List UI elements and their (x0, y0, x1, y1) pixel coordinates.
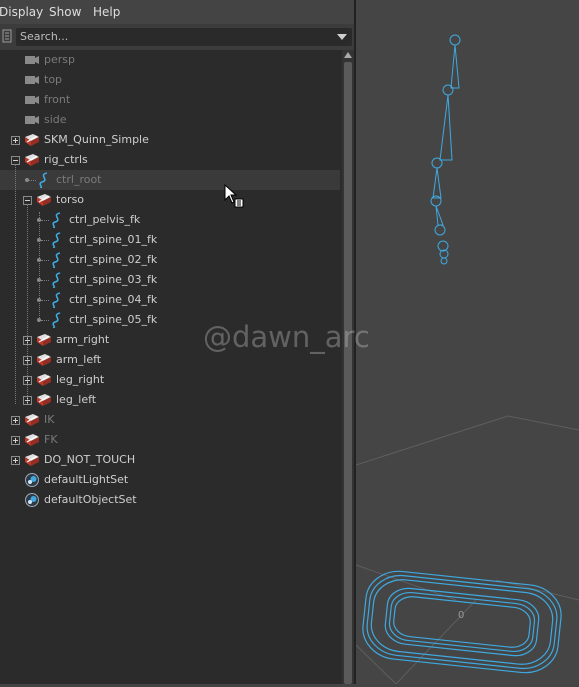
tree-connector (41, 260, 49, 261)
group-icon (36, 352, 52, 368)
outliner-item-label: ctrl_spine_02_fk (69, 253, 158, 266)
curve-icon (49, 232, 65, 249)
outliner-item-label: rig_ctrls (44, 153, 88, 166)
outliner-item-label: torso (56, 193, 85, 206)
outliner-tree: persp top front side SKM_Quinn_Simple rig_ctr… (0, 50, 340, 684)
origin-label: 0 (458, 610, 464, 621)
expand-plus-icon[interactable] (11, 456, 20, 465)
outliner-row[interactable]: ctrl_pelvis_fk (0, 210, 340, 230)
outliner-item-label: top (44, 73, 63, 86)
outliner-item-label: ctrl_spine_04_fk (69, 293, 158, 306)
outliner-item-label: arm_left (56, 353, 102, 366)
mouse-cursor-icon (224, 184, 244, 208)
group-icon (36, 372, 52, 388)
scroll-up-arrow-icon[interactable] (344, 52, 352, 58)
search-placeholder: Search... (20, 30, 69, 43)
menu-help[interactable]: Help (93, 5, 120, 19)
group-icon (24, 412, 40, 428)
tree-connector (41, 220, 49, 221)
curve-icon (49, 272, 65, 289)
outliner-item-label: ctrl_root (56, 173, 102, 186)
camera-icon (24, 92, 40, 108)
outliner-row[interactable]: SKM_Quinn_Simple (0, 130, 340, 150)
curve-icon (36, 172, 52, 189)
outliner-row[interactable]: leg_right (0, 370, 340, 390)
tree-connector (39, 212, 40, 320)
outliner-item-label: side (44, 113, 67, 126)
viewport-scene: 0 (355, 34, 579, 685)
expand-plus-icon[interactable] (11, 136, 20, 145)
skeleton-joints (430, 34, 461, 265)
group-icon (36, 332, 52, 348)
outliner-row[interactable]: ctrl_spine_01_fk (0, 230, 340, 250)
outliner-item-label: ctrl_spine_05_fk (69, 313, 158, 326)
outliner-row[interactable]: top (0, 70, 340, 90)
outliner-row[interactable]: leg_left (0, 390, 340, 410)
outliner-row[interactable]: ctrl_spine_02_fk (0, 250, 340, 270)
set-icon (24, 472, 40, 488)
watermark: @dawn_arc (203, 320, 370, 354)
menu-bar: Display Show Help (0, 0, 354, 24)
outliner-row[interactable]: defaultLightSet (0, 470, 340, 490)
outliner-item-label: IK (44, 413, 55, 426)
outliner-item-label: defaultObjectSet (44, 493, 137, 506)
group-icon (24, 152, 40, 168)
camera-icon (24, 52, 40, 68)
set-icon (24, 492, 40, 508)
group-icon (24, 432, 40, 448)
search-icon[interactable] (2, 29, 12, 43)
search-input[interactable]: Search... (16, 28, 352, 46)
outliner-row[interactable]: ctrl_spine_04_fk (0, 290, 340, 310)
menu-display[interactable]: Display (0, 5, 43, 19)
curve-icon (49, 292, 65, 309)
tree-connector (27, 204, 28, 404)
outliner-item-label: ctrl_spine_03_fk (69, 273, 158, 286)
outliner-row[interactable]: DO_NOT_TOUCH (0, 450, 340, 470)
outliner-row[interactable]: torso (0, 190, 340, 210)
outliner-row[interactable]: defaultObjectSet (0, 490, 340, 510)
outliner-item-label: FK (44, 433, 58, 446)
tree-connector (41, 240, 49, 241)
scrollbar-thumb[interactable] (344, 62, 352, 684)
group-icon (36, 392, 52, 408)
camera-icon (24, 72, 40, 88)
curve-icon (49, 252, 65, 269)
outliner-item-label: front (44, 93, 71, 106)
expand-plus-icon[interactable] (11, 416, 20, 425)
root-control-curve (362, 570, 562, 674)
tree-connector (15, 164, 16, 404)
chevron-down-icon[interactable] (337, 34, 347, 40)
outliner-row[interactable]: ctrl_root (0, 170, 340, 190)
outliner-item-label: persp (44, 53, 75, 66)
outliner-item-label: arm_right (56, 333, 110, 346)
tree-connector (41, 300, 49, 301)
outliner-item-label: defaultLightSet (44, 473, 129, 486)
outliner-row[interactable]: FK (0, 430, 340, 450)
outliner-item-label: leg_right (56, 373, 105, 386)
outliner-row[interactable]: IK (0, 410, 340, 430)
outliner-item-label: ctrl_pelvis_fk (69, 213, 141, 226)
tree-connector (41, 320, 49, 321)
group-icon (24, 452, 40, 468)
camera-icon (24, 112, 40, 128)
menu-show[interactable]: Show (49, 5, 81, 19)
viewport-3d[interactable]: 0 (355, 0, 579, 685)
tree-connector (41, 280, 49, 281)
outliner-row[interactable]: ctrl_spine_03_fk (0, 270, 340, 290)
expand-plus-icon[interactable] (11, 436, 20, 445)
outliner-item-label: DO_NOT_TOUCH (44, 453, 136, 466)
outliner-item-label: ctrl_spine_01_fk (69, 233, 158, 246)
outliner-row[interactable]: side (0, 110, 340, 130)
group-icon (24, 132, 40, 148)
curve-icon (49, 312, 65, 329)
curve-icon (49, 212, 65, 229)
group-icon (36, 192, 52, 208)
outliner-row[interactable]: rig_ctrls (0, 150, 340, 170)
outliner-item-label: SKM_Quinn_Simple (44, 133, 149, 146)
outliner-row[interactable]: persp (0, 50, 340, 70)
outliner-item-label: leg_left (56, 393, 97, 406)
outliner-row[interactable]: front (0, 90, 340, 110)
tree-connector (29, 180, 36, 181)
